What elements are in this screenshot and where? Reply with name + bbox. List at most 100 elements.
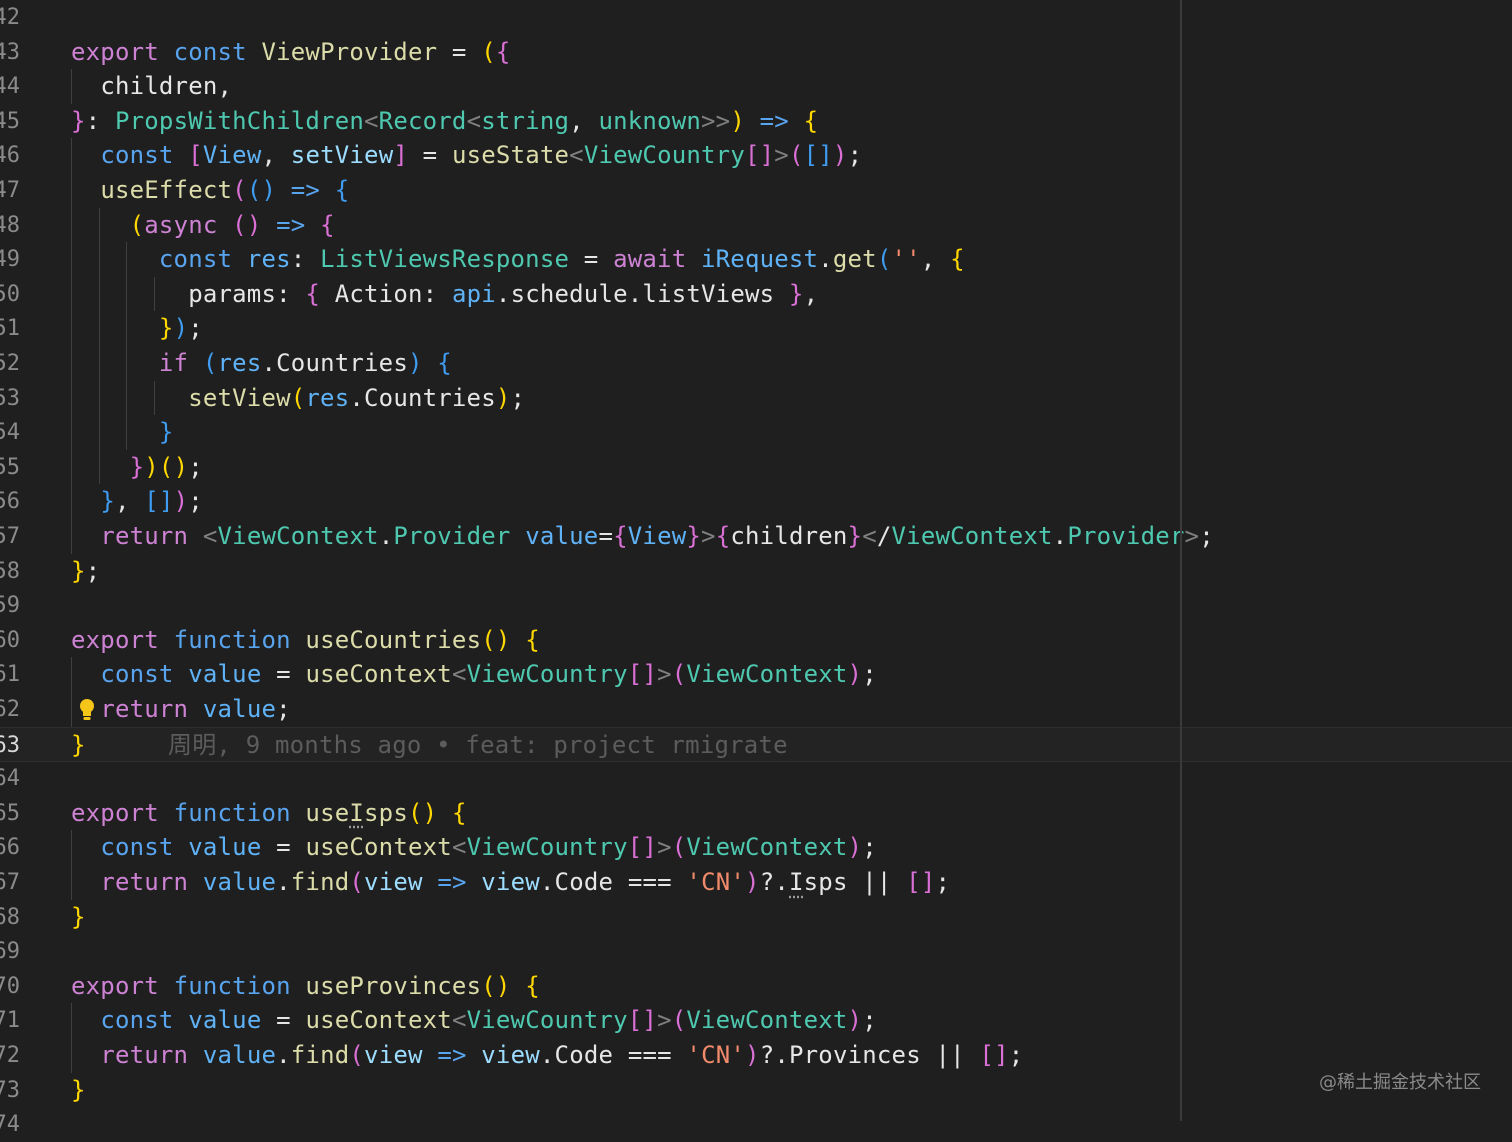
code-text: (async () => { [129,210,335,239]
code-line-65[interactable]: 65 export function useIsps() { [0,796,1512,831]
line-number: 47 [0,178,20,203]
code-text: const value = useContext<ViewCountry[]>(… [100,1006,877,1035]
code-line-61[interactable]: 61 const value = useContext<ViewCountry[… [0,657,1512,692]
indent-guide [126,242,128,450]
code-text: export function useIsps() { [71,798,467,827]
code-text: }, []); [100,487,203,516]
code-text: export function useCountries() { [71,625,540,654]
code-text: useEffect(() => { [100,176,350,204]
line-number: 61 [0,662,20,688]
code-line-70[interactable]: 70 export function useProvinces() { [0,969,1512,1004]
code-line-72[interactable]: 72 return value.find(view => view.Code =… [0,1038,1512,1073]
code-text: }; [71,556,101,585]
code-line-68[interactable]: 68} [0,900,1512,935]
code-line-63[interactable]: 63} 周明, 9 months ago • feat: project rmig… [0,726,1512,762]
code-line-58[interactable]: 58}; [0,554,1512,589]
code-text: } [71,902,86,931]
line-number: 55 [0,454,20,480]
code-line-71[interactable]: 71 const value = useContext<ViewCountry[… [0,1003,1512,1038]
code-line-47[interactable]: 47 useEffect(() => { [0,173,1512,208]
indent-guide [154,380,156,416]
code-line-67[interactable]: 67 return value.find(view => view.Code =… [0,865,1512,900]
code-line-55[interactable]: 55 })(); [0,450,1512,485]
code-text: params: { Action: api.schedule.listViews… [188,279,819,308]
code-line-64[interactable]: 64 [0,761,1512,796]
line-number: 67 [0,870,20,895]
code-line-52[interactable]: 52 if (res.Countries) { [0,346,1512,381]
code-text: const [View, setView] = useState<ViewCou… [100,141,863,170]
code-line-66[interactable]: 66 const value = useContext<ViewCountry[… [0,830,1512,865]
code-text: if (res.Countries) { [158,349,452,377]
code-line-46[interactable]: 46 const [View, setView] = useState<View… [0,138,1512,173]
code-text: children, [100,72,233,101]
lightbulb-icon[interactable] [78,698,96,722]
code-line-42[interactable]: 42 [0,0,1512,35]
line-number: 51 [0,316,20,342]
code-text: return <ViewContext.Provider value={View… [100,522,1214,550]
line-number: 62 [0,697,20,722]
indent-guide [71,1003,72,1073]
line-number: 53 [0,385,20,411]
indent-guide [71,830,72,900]
line-number: 60 [0,627,20,653]
line-number: 52 [0,351,20,376]
indent-guide [71,138,72,554]
line-number: 73 [0,1077,20,1103]
code-text: } [71,1075,86,1104]
line-number: 49 [0,247,20,273]
code-line-49[interactable]: 49 const res: ListViewsResponse = await … [0,242,1512,277]
code-line-57[interactable]: 57 return <ViewContext.Provider value={V… [0,519,1512,554]
code-line-69[interactable]: 69 [0,934,1512,969]
code-line-62[interactable]: 62 return value; [0,692,1512,727]
code-text: return value.find(view => view.Code === … [100,868,951,896]
line-number: 54 [0,420,20,446]
line-number: 48 [0,212,20,238]
line-number: 59 [0,593,20,619]
indent-guide [154,276,156,312]
code-text: })(); [129,452,203,481]
line-number: 43 [0,39,20,65]
line-number: 70 [0,973,20,999]
line-number: 58 [0,558,20,584]
git-blame-annotation: 周明, 9 months ago • feat: project rmigrat… [168,730,788,759]
line-number: 72 [0,1043,20,1068]
line-number: 46 [0,143,20,169]
code-line-53[interactable]: 53 setView(res.Countries); [0,381,1512,416]
code-line-45[interactable]: 45}: PropsWithChildren<Record<string, un… [0,104,1512,139]
indent-guide [71,657,72,727]
code-line-50[interactable]: 50 params: { Action: api.schedule.listVi… [0,277,1512,312]
code-text: const res: ListViewsResponse = await iRe… [158,245,965,274]
code-text: return value; [100,695,291,723]
code-line-51[interactable]: 51 }); [0,311,1512,346]
line-number: 66 [0,835,20,861]
line-number: 44 [0,74,20,100]
code-text: export const ViewProvider = ({ [71,37,511,66]
vertical-ruler [1180,0,1182,1121]
code-text: }: PropsWithChildren<Record<string, unkn… [71,106,819,135]
code-text: const value = useContext<ViewCountry[]>(… [100,833,877,862]
code-text: export function useProvinces() { [71,971,540,1000]
code-text: } [71,730,86,759]
code-editor[interactable]: 42 43 export const ViewProvider = ({ 44 chi… [0,0,1512,1137]
line-number: 69 [0,939,20,965]
code-line-54[interactable]: 54 } [0,415,1512,450]
line-number: 65 [0,800,20,826]
line-number: 63 [0,732,20,758]
code-line-60[interactable]: 60 export function useCountries() { [0,623,1512,658]
line-number: 71 [0,1008,20,1034]
code-line-44[interactable]: 44 children, [0,69,1512,104]
code-line-59[interactable]: 59 [0,588,1512,623]
code-line-48[interactable]: 48 (async () => { [0,208,1512,243]
code-text: }); [158,314,203,343]
watermark: @稀土掘金技术社区 [1319,1072,1481,1093]
code-line-73[interactable]: 73} [0,1073,1512,1108]
line-number: 74 [0,1112,20,1138]
line-number: 50 [0,281,20,307]
code-text: } [158,418,174,447]
code-text: setView(res.Countries); [188,383,526,412]
code-text: const value = useContext<ViewCountry[]>(… [100,660,877,689]
code-line-56[interactable]: 56 }, []); [0,484,1512,519]
code-line-74[interactable]: 74 [0,1107,1512,1142]
code-line-43[interactable]: 43 export const ViewProvider = ({ [0,35,1512,70]
line-number: 56 [0,489,20,515]
